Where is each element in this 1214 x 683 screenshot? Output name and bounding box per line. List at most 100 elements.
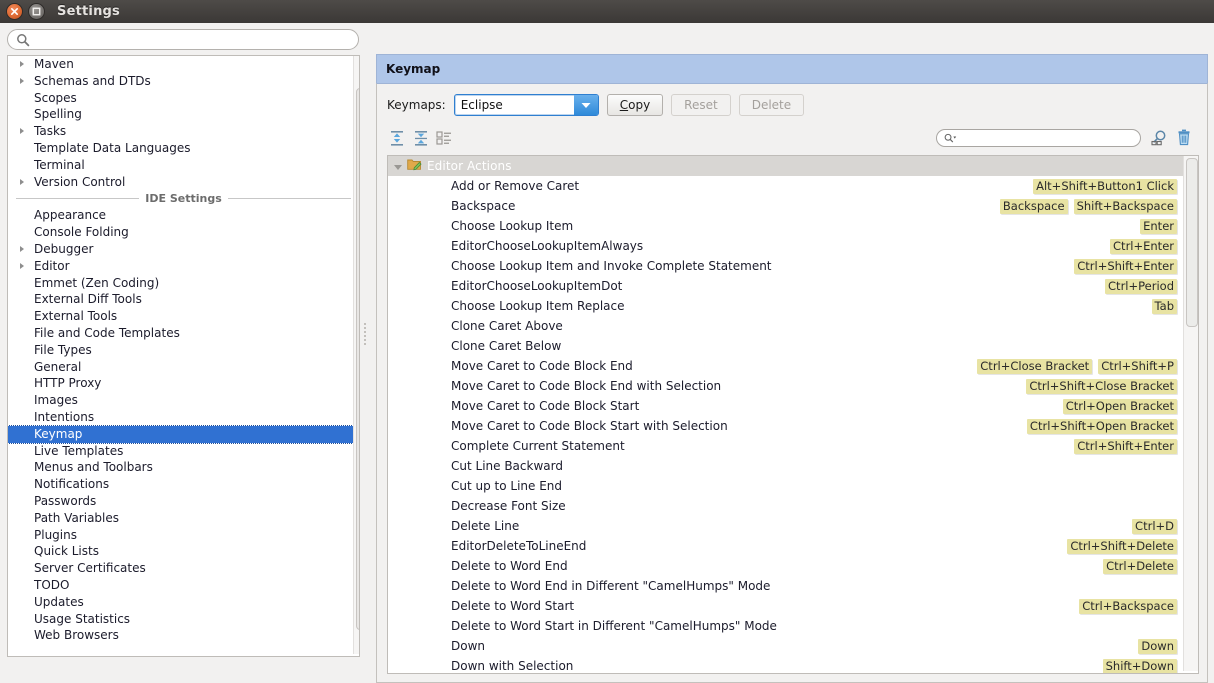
- settings-search-input[interactable]: [7, 29, 359, 50]
- sidebar-item-menus-and-toolbars[interactable]: Menus and Toolbars: [8, 459, 359, 476]
- action-row[interactable]: Choose Lookup Item and Invoke Complete S…: [388, 256, 1183, 276]
- action-row[interactable]: EditorChooseLookupItemDot Ctrl+Period: [388, 276, 1183, 296]
- sidebar-item-images[interactable]: Images: [8, 392, 359, 409]
- action-list-scrollbar-track[interactable]: [1183, 156, 1198, 671]
- action-row[interactable]: Down Down: [388, 636, 1183, 656]
- copy-button[interactable]: Copy: [606, 94, 664, 116]
- group-row-editor-actions[interactable]: Editor Actions: [388, 156, 1183, 176]
- shortcut-badge[interactable]: Shift+Down: [1102, 658, 1177, 673]
- action-row[interactable]: Complete Current Statement Ctrl+Shift+Ent…: [388, 436, 1183, 456]
- shortcut-badge[interactable]: Ctrl+Open Bracket: [1062, 398, 1177, 414]
- sidebar-item-usage-statistics[interactable]: Usage Statistics: [8, 611, 359, 628]
- sidebar-item-scopes[interactable]: Scopes: [8, 90, 359, 107]
- shortcut-badge[interactable]: Ctrl+Shift+Close Bracket: [1026, 378, 1177, 394]
- action-row[interactable]: Clone Caret Below: [388, 336, 1183, 356]
- sidebar-item-tasks[interactable]: Tasks: [8, 123, 359, 140]
- expand-all-icon[interactable]: [387, 128, 407, 148]
- shortcut-badge[interactable]: Ctrl+Delete: [1103, 558, 1177, 574]
- chevron-right-icon[interactable]: [20, 61, 24, 67]
- search-dropdown-icon[interactable]: [944, 132, 957, 145]
- chevron-right-icon[interactable]: [20, 178, 24, 185]
- sidebar-item-schemas-and-dtds[interactable]: Schemas and DTDs: [8, 73, 359, 90]
- action-row[interactable]: Move Caret to Code Block End with Select…: [388, 376, 1183, 396]
- sidebar-item-spelling[interactable]: Spelling: [8, 106, 359, 123]
- action-row[interactable]: Move Caret to Code Block Start with Sele…: [388, 416, 1183, 436]
- sidebar-scrollbar-thumb[interactable]: [356, 88, 359, 630]
- shortcut-badge[interactable]: Ctrl+Enter: [1110, 238, 1177, 254]
- shortcut-badge[interactable]: Ctrl+Shift+P: [1098, 358, 1177, 374]
- sidebar-item-updates[interactable]: Updates: [8, 594, 359, 611]
- action-row[interactable]: Down with Selection Shift+Down: [388, 656, 1183, 673]
- shortcut-badge[interactable]: Ctrl+Shift+Enter: [1074, 438, 1177, 454]
- chevron-right-icon[interactable]: [20, 128, 24, 135]
- action-row[interactable]: Delete to Word Start Ctrl+Backspace: [388, 596, 1183, 616]
- shortcut-badge[interactable]: Ctrl+Shift+Enter: [1074, 258, 1177, 274]
- sidebar-item-general[interactable]: General: [8, 359, 359, 376]
- shortcut-badge[interactable]: Ctrl+Period: [1105, 278, 1177, 294]
- find-by-shortcut-icon[interactable]: [1150, 129, 1168, 147]
- collapse-all-icon[interactable]: [411, 128, 431, 148]
- settings-tree[interactable]: Maven Schemas and DTDs Scopes Spelling Tasks…: [7, 55, 360, 657]
- action-row[interactable]: Cut Line Backward: [388, 456, 1183, 476]
- sidebar-item-path-variables[interactable]: Path Variables: [8, 510, 359, 527]
- shortcut-badge[interactable]: Shift+Backspace: [1073, 198, 1177, 214]
- action-list-scrollbar-thumb[interactable]: [1186, 158, 1198, 327]
- sidebar-item-version-control[interactable]: Version Control: [8, 174, 359, 191]
- chevron-down-icon[interactable]: [573, 95, 598, 115]
- pane-splitter[interactable]: [362, 23, 370, 664]
- sidebar-item-console-folding[interactable]: Console Folding: [8, 224, 359, 241]
- chevron-right-icon[interactable]: [20, 77, 24, 84]
- maximize-icon[interactable]: [29, 4, 44, 19]
- sidebar-item-terminal[interactable]: Terminal: [8, 157, 359, 174]
- sidebar-item-external-tools[interactable]: External Tools: [8, 308, 359, 325]
- keymap-filter-input[interactable]: [936, 129, 1141, 147]
- keymap-action-list[interactable]: Editor Actions Add or Remove Caret Alt+Sh…: [387, 155, 1199, 674]
- delete-button[interactable]: Delete: [738, 94, 805, 116]
- action-row[interactable]: Decrease Font Size: [388, 496, 1183, 516]
- shortcut-badge[interactable]: Backspace: [999, 198, 1068, 214]
- reset-button[interactable]: Reset: [671, 94, 731, 116]
- sidebar-item-server-certificates[interactable]: Server Certificates: [8, 560, 359, 577]
- sidebar-item-web-browsers[interactable]: Web Browsers: [8, 627, 359, 644]
- close-icon[interactable]: [7, 4, 22, 19]
- action-row[interactable]: Choose Lookup Item Replace Tab: [388, 296, 1183, 316]
- action-row[interactable]: Move Caret to Code Block End Ctrl+Close B…: [388, 356, 1183, 376]
- sidebar-scrollbar-track[interactable]: [353, 56, 359, 654]
- action-row[interactable]: Cut up to Line End: [388, 476, 1183, 496]
- shortcut-badge[interactable]: Down: [1138, 638, 1177, 654]
- shortcut-badge[interactable]: Tab: [1151, 298, 1177, 314]
- trash-icon[interactable]: [1176, 129, 1192, 147]
- sidebar-item-plugins[interactable]: Plugins: [8, 527, 359, 544]
- action-row[interactable]: Delete to Word End in Different "CamelHu…: [388, 576, 1183, 596]
- sidebar-item-passwords[interactable]: Passwords: [8, 493, 359, 510]
- shortcut-badge[interactable]: Enter: [1140, 218, 1177, 234]
- action-row[interactable]: EditorDeleteToLineEnd Ctrl+Shift+Delete: [388, 536, 1183, 556]
- shortcut-badge[interactable]: Ctrl+Shift+Open Bracket: [1026, 418, 1177, 434]
- sidebar-item-emmet-zen-coding[interactable]: Emmet (Zen Coding): [8, 275, 359, 292]
- action-row[interactable]: Choose Lookup Item Enter: [388, 216, 1183, 236]
- action-row[interactable]: Delete Line Ctrl+D: [388, 516, 1183, 536]
- shortcut-badge[interactable]: Alt+Shift+Button1 Click: [1033, 178, 1177, 194]
- action-row[interactable]: Backspace Backspace Shift+Backspace: [388, 196, 1183, 216]
- chevron-down-icon[interactable]: [394, 164, 402, 170]
- action-row[interactable]: EditorChooseLookupItemAlways Ctrl+Enter: [388, 236, 1183, 256]
- sidebar-item-file-types[interactable]: File Types: [8, 342, 359, 359]
- sidebar-item-todo[interactable]: TODO: [8, 577, 359, 594]
- sidebar-item-template-data-languages[interactable]: Template Data Languages: [8, 140, 359, 157]
- sidebar-item-editor[interactable]: Editor: [8, 258, 359, 275]
- shortcut-badge[interactable]: Ctrl+D: [1132, 518, 1177, 534]
- sidebar-item-appearance[interactable]: Appearance: [8, 207, 359, 224]
- sidebar-item-http-proxy[interactable]: HTTP Proxy: [8, 375, 359, 392]
- sidebar-item-keymap[interactable]: Keymap: [8, 424, 359, 444]
- sidebar-item-notifications[interactable]: Notifications: [8, 476, 359, 493]
- action-row[interactable]: Clone Caret Above: [388, 316, 1183, 336]
- action-row[interactable]: Move Caret to Code Block Start Ctrl+Open …: [388, 396, 1183, 416]
- action-row[interactable]: Delete to Word End Ctrl+Delete: [388, 556, 1183, 576]
- edit-shortcut-icon[interactable]: [434, 128, 454, 148]
- sidebar-item-quick-lists[interactable]: Quick Lists: [8, 543, 359, 560]
- sidebar-item-external-diff-tools[interactable]: External Diff Tools: [8, 291, 359, 308]
- sidebar-item-debugger[interactable]: Debugger: [8, 241, 359, 258]
- shortcut-badge[interactable]: Ctrl+Backspace: [1079, 598, 1177, 614]
- sidebar-item-live-templates[interactable]: Live Templates: [8, 443, 359, 460]
- keymaps-select[interactable]: Eclipse: [453, 94, 599, 116]
